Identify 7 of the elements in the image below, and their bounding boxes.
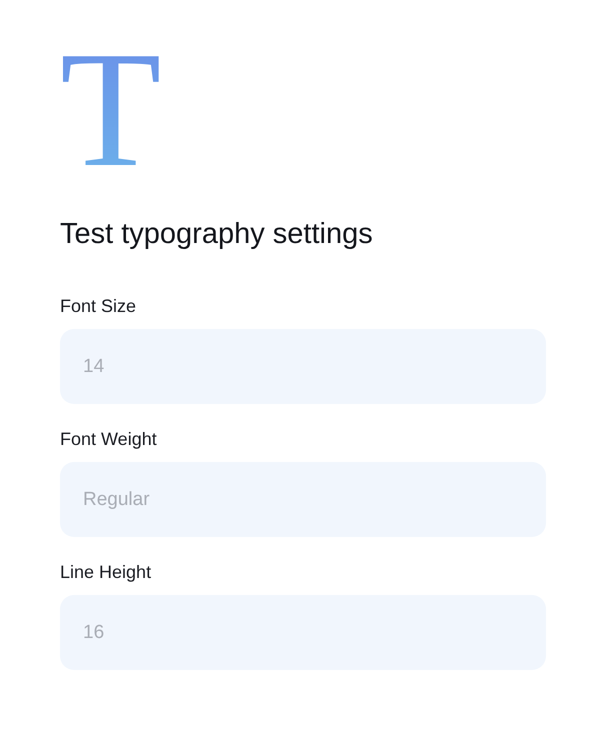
input-field[interactable]: Regular (60, 462, 546, 537)
field-label: Line Height (60, 561, 152, 583)
input-field[interactable]: 14 (60, 329, 546, 404)
field-label: Font Size (60, 295, 138, 317)
field-label: Font Weight (60, 428, 158, 450)
page-title: Test typography settings (60, 218, 374, 251)
input-field[interactable]: 16 (60, 595, 546, 670)
